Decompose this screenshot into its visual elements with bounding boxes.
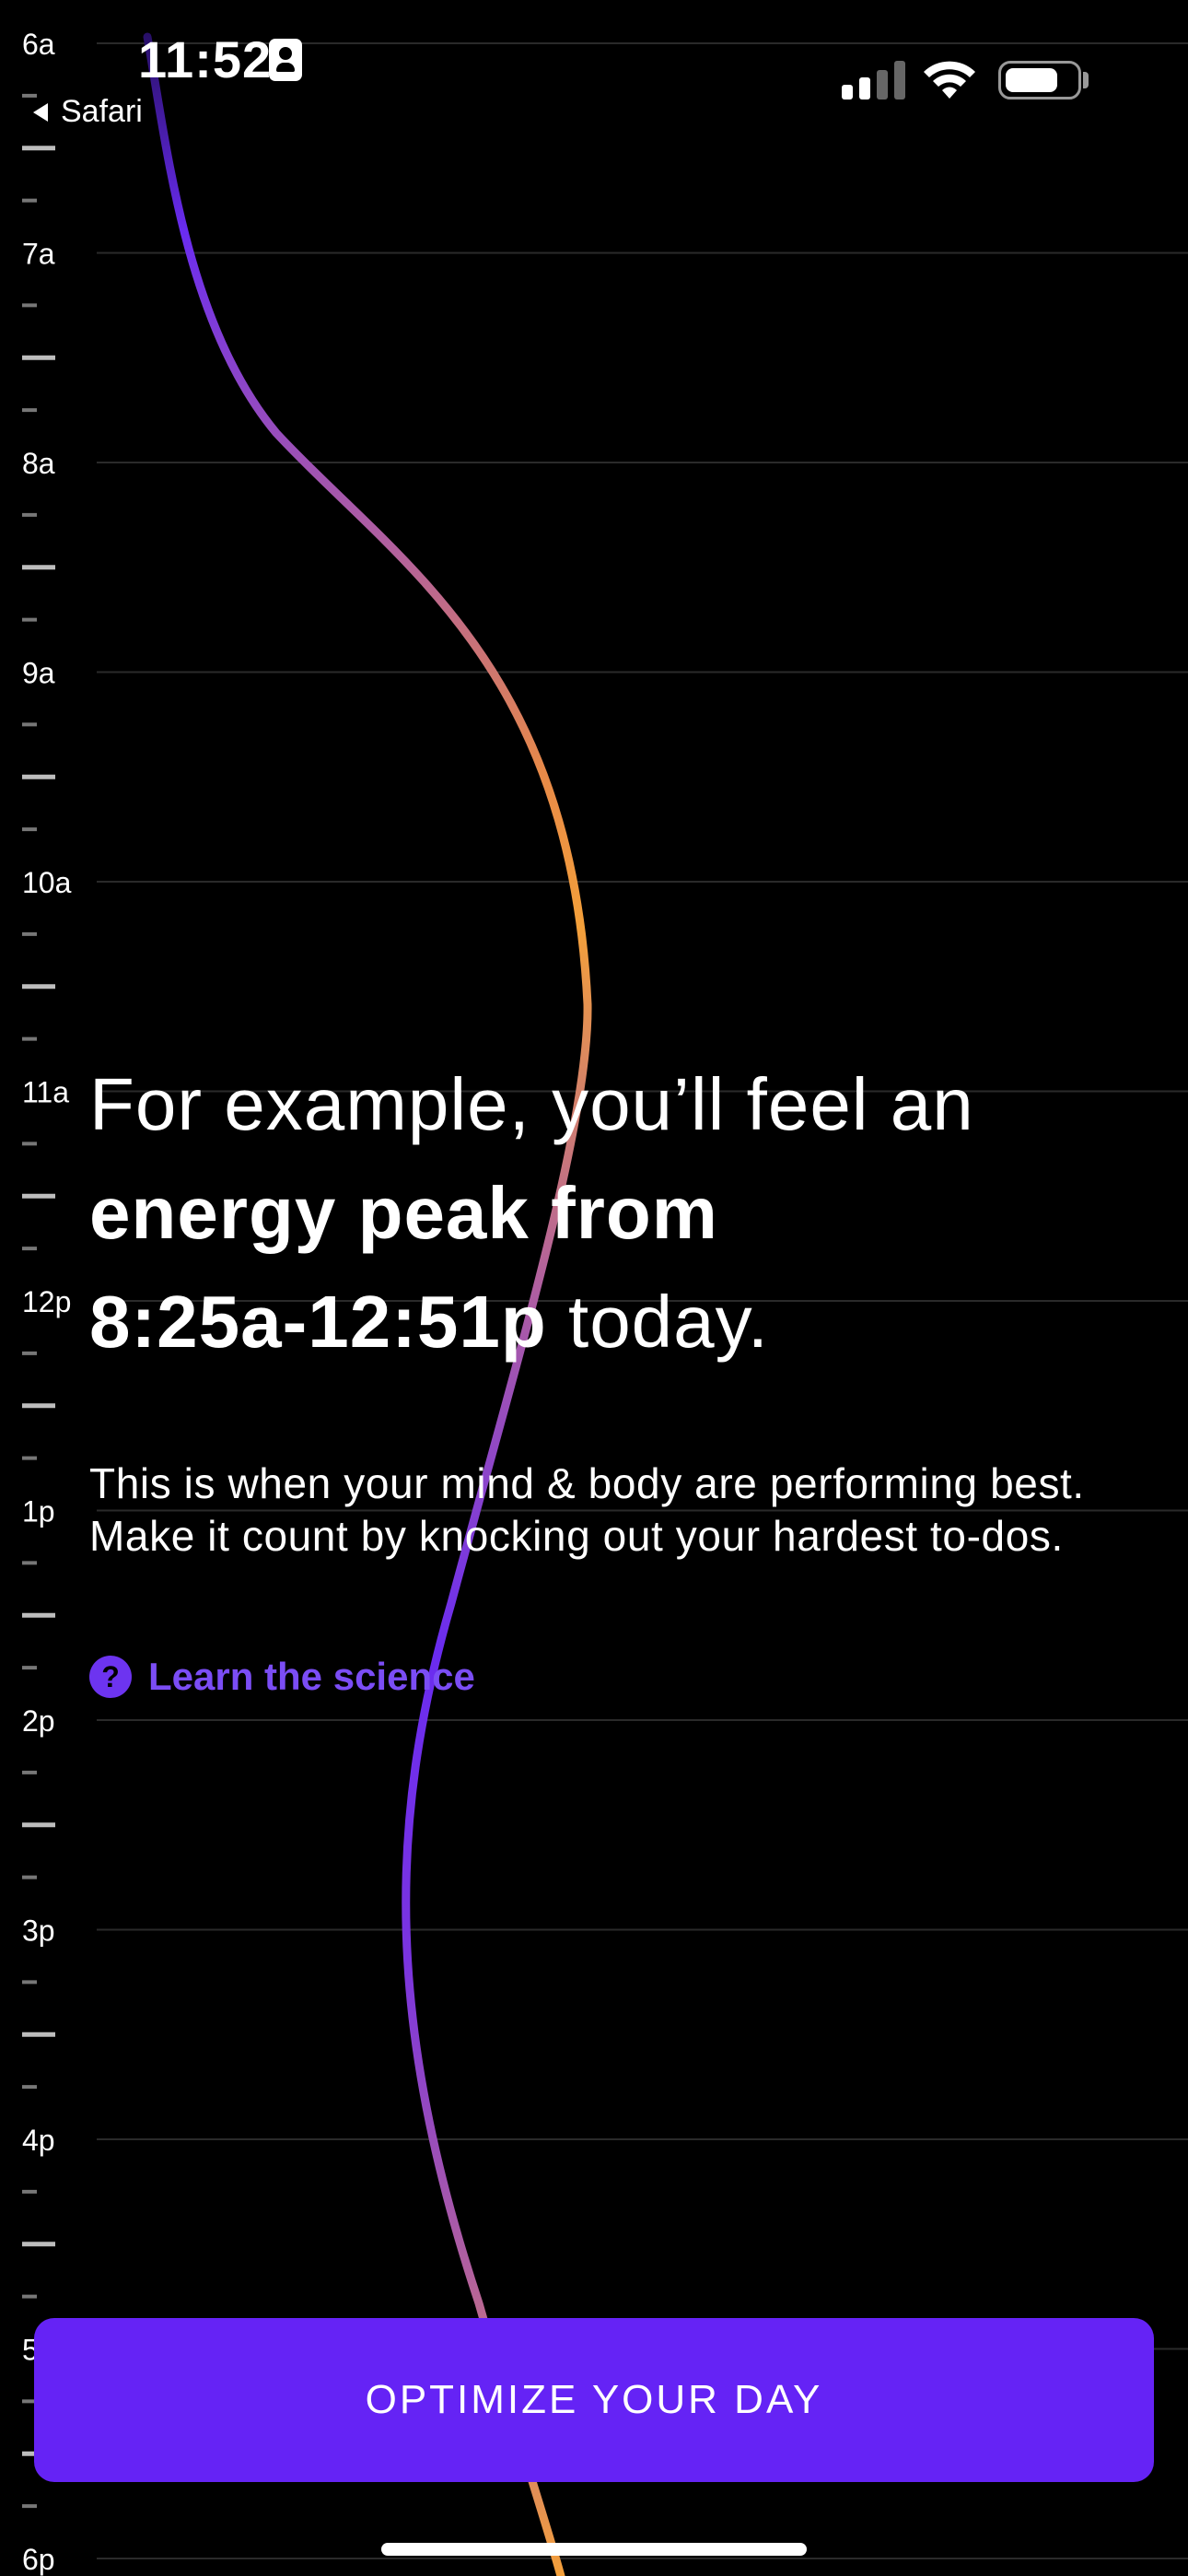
hour-label: 10a	[22, 866, 72, 899]
hour-label: 7a	[22, 238, 55, 271]
battery-tip	[1083, 72, 1089, 88]
headline-line1: For example, you’ll feel an	[89, 1063, 974, 1145]
back-to-safari-button[interactable]: Safari	[33, 94, 143, 130]
home-indicator	[381, 2543, 807, 2556]
learn-label: Learn the science	[148, 1655, 475, 1698]
optimize-your-day-button[interactable]: OPTIMIZE YOUR DAY	[34, 2318, 1154, 2482]
hour-label: 12p	[22, 1285, 71, 1318]
back-arrow-icon	[33, 102, 48, 122]
headline-end: today.	[546, 1281, 769, 1363]
headline-bold: energy peak from	[89, 1172, 718, 1254]
question-circle-icon: ?	[89, 1656, 132, 1698]
signal-bar	[859, 77, 870, 100]
hour-label: 4p	[22, 2124, 55, 2157]
hour-label: 3p	[22, 1914, 55, 1948]
hour-label: 6p	[22, 2543, 55, 2576]
back-label: Safari	[61, 94, 143, 129]
cellular-signal-icon	[842, 61, 906, 100]
person-badge-icon	[269, 39, 302, 81]
battery-icon	[998, 61, 1081, 100]
peak-time-range: 8:25a-12:51p	[89, 1281, 547, 1363]
hour-label: 9a	[22, 657, 55, 690]
hour-label: 2p	[22, 1704, 55, 1738]
status-bar: 11:52 Safari	[0, 0, 1188, 138]
signal-bar	[894, 61, 905, 100]
hour-label: 8a	[22, 447, 55, 480]
clock-time: 11:52	[138, 30, 273, 88]
energy-peak-headline: For example, you’ll feel an energy peak …	[89, 1050, 1121, 1376]
battery-level	[1006, 68, 1057, 92]
signal-bar	[877, 70, 888, 100]
signal-bar	[842, 85, 853, 100]
hour-label: 1p	[22, 1495, 55, 1528]
hour-label: 11a	[22, 1076, 69, 1109]
peak-description: This is when your mind & body are perfor…	[89, 1459, 1085, 1560]
learn-the-science-link[interactable]: ? Learn the science	[89, 1655, 475, 1699]
wifi-icon	[924, 61, 975, 99]
